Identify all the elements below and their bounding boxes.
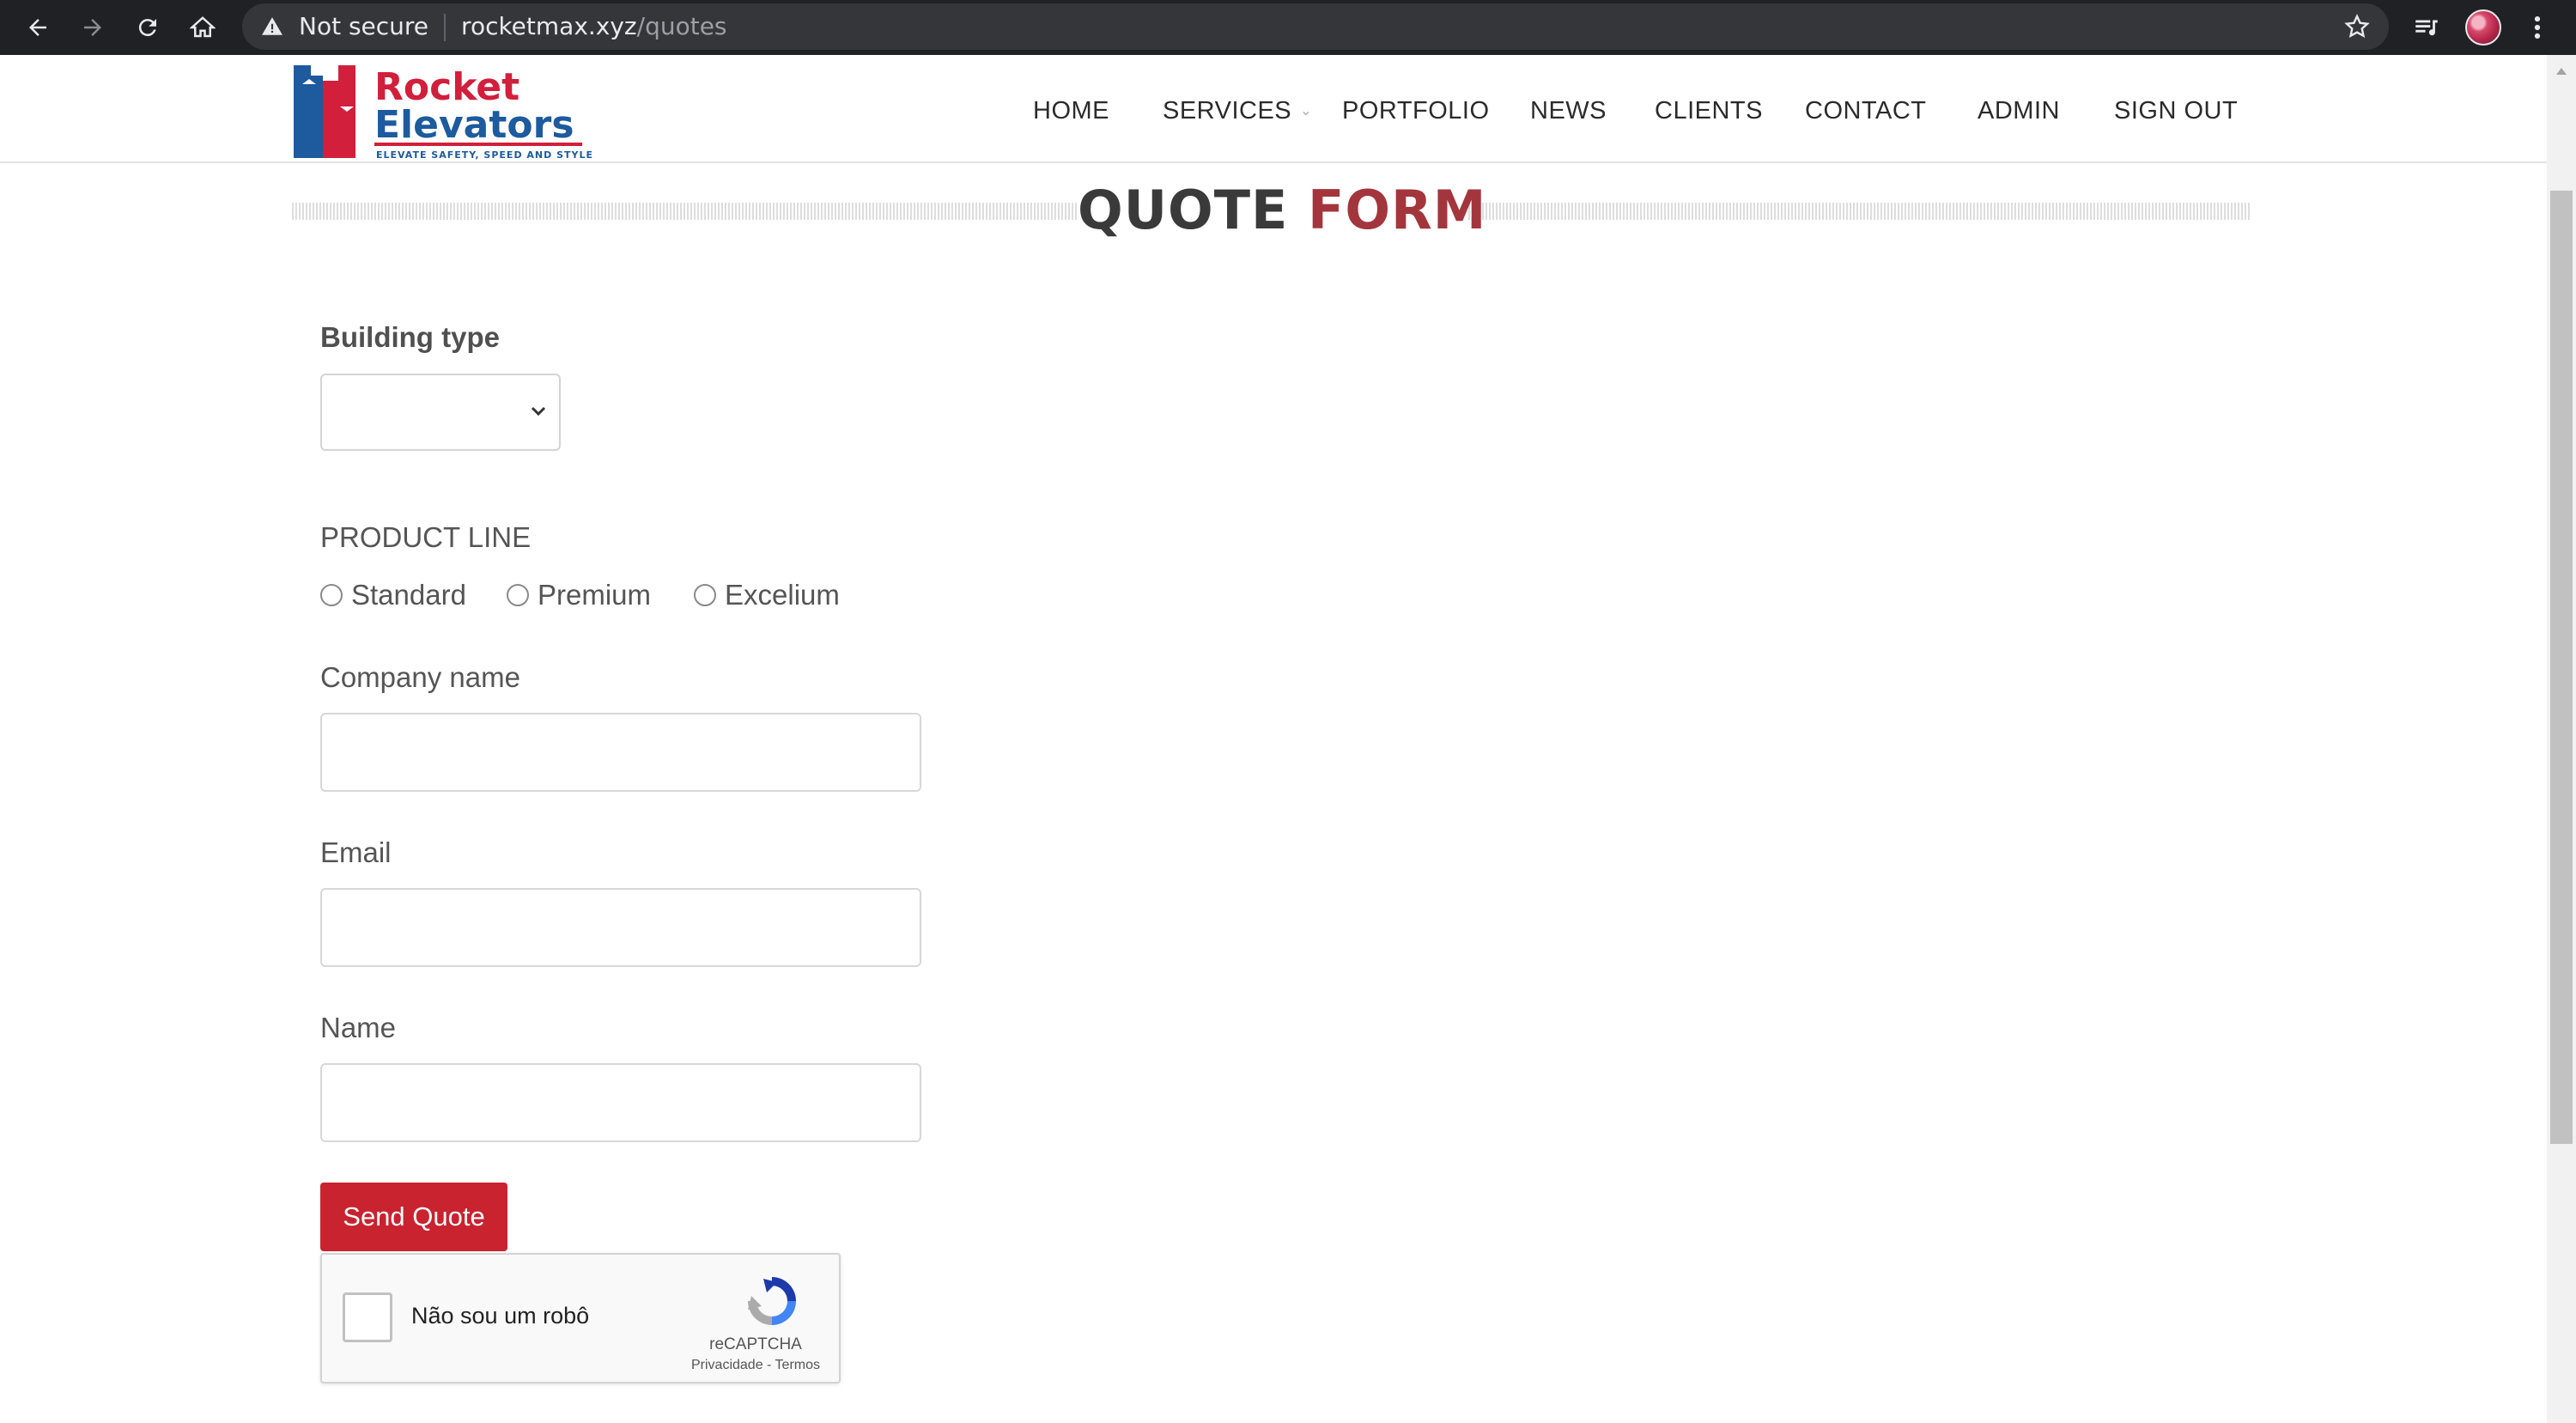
nav-news[interactable]: NEWS [1530,89,1607,132]
queue-music-icon [2415,20,2438,36]
profile-button[interactable] [2461,5,2506,50]
radio-premium[interactable]: Premium [507,574,651,617]
radio-label: Excelium [725,579,840,611]
privacy-link[interactable]: Privacidade [691,1358,763,1372]
reload-icon [138,19,156,37]
radio-button[interactable] [694,584,716,606]
product-line-label: PRODUCT LINE [320,521,532,553]
star-icon [2344,14,2370,38]
company-name-input[interactable] [320,713,921,792]
radio-label: Standard [351,579,466,611]
email-label: Email [320,836,392,868]
bookmark-button[interactable] [2341,10,2373,43]
forward-arrow-icon [84,19,101,36]
media-button[interactable] [2404,5,2449,50]
warning-icon [262,17,283,35]
logo-line2: Elevators [374,103,574,147]
radio-excelium[interactable]: Excelium [694,574,840,617]
nav-services[interactable]: SERVICES ⌄ [1163,89,1312,132]
reload-button[interactable] [125,5,170,50]
caret-up-icon [2556,68,2567,75]
recaptcha-brand: reCAPTCHA [709,1335,802,1353]
nav-clients[interactable]: CLIENTS [1655,89,1763,132]
site-header: Rocket Elevators ELEVATE SAFETY, SPEED A… [0,55,2547,163]
company-name-label: Company name [320,661,520,693]
terms-link[interactable]: Termos [775,1358,820,1372]
more-vert-icon [2534,15,2541,40]
home-button[interactable] [180,5,225,50]
nav-sign-out[interactable]: SIGN OUT [2114,89,2238,132]
page-scrollbar[interactable] [2547,55,2576,1423]
url-divider [444,14,447,41]
nav-admin[interactable]: ADMIN [1978,89,2060,132]
recaptcha-checkbox[interactable] [343,1292,392,1342]
nav-portfolio[interactable]: PORTFOLIO [1342,89,1490,132]
title-rule-right [1468,203,2251,220]
scrollbar-thumb[interactable] [2550,191,2573,1144]
email-input[interactable] [320,888,921,967]
building-type-label: Building type [320,321,500,353]
recaptcha-label: Não sou um robô [411,1303,590,1329]
recaptcha-logo-icon [743,1272,801,1330]
building-type-select[interactable] [320,374,561,451]
chevron-down-icon: ⌄ [1300,104,1313,119]
site-logo[interactable]: Rocket Elevators ELEVATE SAFETY, SPEED A… [292,58,592,163]
nav-contact[interactable]: CONTACT [1805,89,1927,132]
radio-label: Premium [538,579,652,611]
avatar [2465,9,2501,46]
recaptcha-links: Privacidade - Termos [674,1358,837,1373]
forward-button[interactable] [70,5,115,50]
send-quote-button[interactable]: Send Quote [320,1183,507,1251]
name-input[interactable] [320,1063,921,1142]
browser-menu-button[interactable] [2516,5,2559,50]
page-title-accent: FORM [1308,179,1487,241]
radio-button[interactable] [320,584,343,606]
url-display: Not secure rocketmax.xyz/quotes [299,3,727,50]
radio-standard[interactable]: Standard [320,574,466,617]
scroll-up-button[interactable] [2547,60,2576,82]
rocket-elevators-logo: Rocket Elevators ELEVATE SAFETY, SPEED A… [294,65,592,161]
nav-home[interactable]: HOME [1033,89,1109,132]
security-label: Not secure [299,12,429,40]
home-icon [190,16,216,38]
page-title-main: QUOTE [1078,179,1289,241]
url-domain: rocketmax.xyz [461,12,637,40]
page-title: QUOTE FORM [1078,179,1507,241]
logo-tagline: ELEVATE SAFETY, SPEED AND STYLE [376,149,592,161]
back-arrow-icon [29,19,46,36]
links-separator: - [762,1358,775,1372]
name-label: Name [320,1012,397,1043]
radio-button[interactable] [507,584,529,606]
chevron-down-icon [526,399,550,423]
url-path: /quotes [636,12,727,40]
title-rule-left [292,203,1078,220]
browser-toolbar: Not secure rocketmax.xyz/quotes [0,0,2576,55]
back-button[interactable] [15,5,60,50]
address-bar[interactable]: Not secure rocketmax.xyz/quotes [242,3,2389,50]
recaptcha-widget: Não sou um robô reCAPTCHA Privacidade - … [320,1253,841,1383]
nav-services-label: SERVICES [1163,97,1292,125]
